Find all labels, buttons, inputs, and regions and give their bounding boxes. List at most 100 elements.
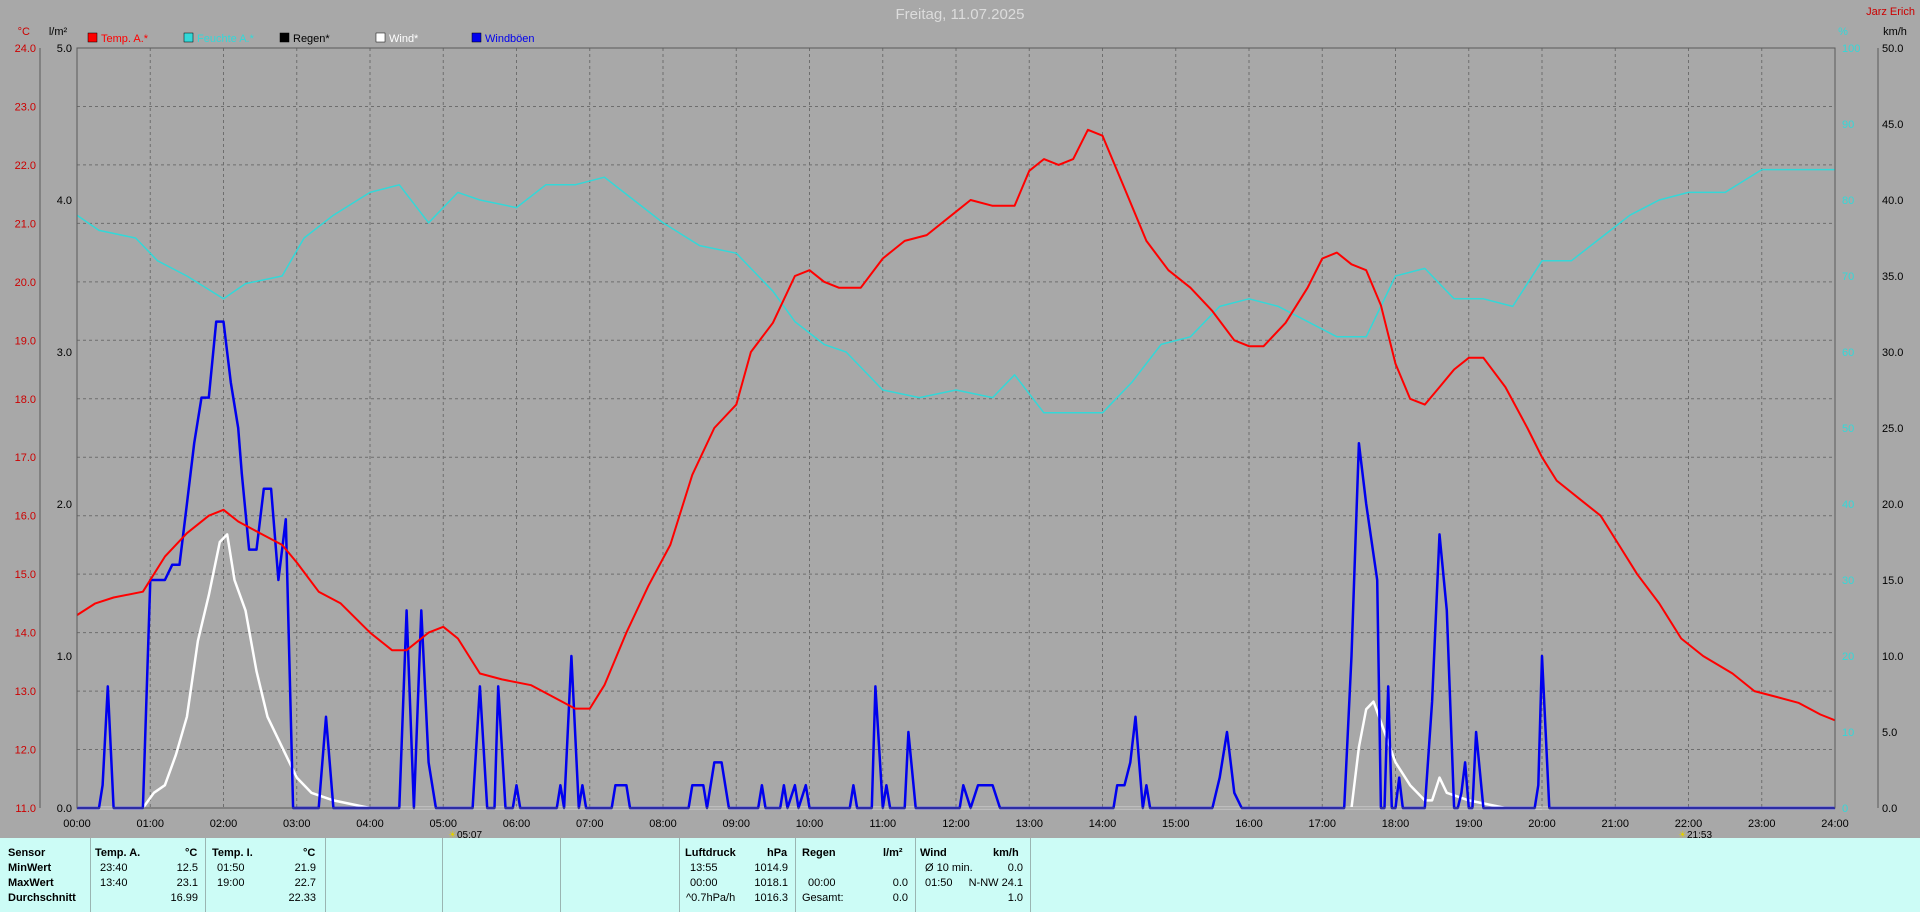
x-tick-label: 06:00 [503, 818, 531, 830]
wind-tick-label: 20.0 [1882, 499, 1903, 511]
x-tick-label: 04:00 [356, 818, 384, 830]
legend-label: Temp. A.* [101, 33, 149, 45]
legend-label: Feuchte A.* [197, 33, 255, 45]
rain-tick-label: 0.0 [57, 803, 72, 815]
x-tick-label: 23:00 [1748, 818, 1776, 830]
wind-tick-label: 50.0 [1882, 43, 1903, 55]
rain-tick-label: 1.0 [57, 651, 72, 663]
temp-a-unit: °C [185, 847, 198, 859]
wind-max-value: N-NW 24.1 [968, 877, 1023, 889]
luftdruck-unit: hPa [767, 847, 788, 859]
temp-a-min-value: 12.5 [176, 862, 198, 874]
humidity-tick-label: 10 [1842, 727, 1854, 739]
humidity-tick-label: 100 [1842, 43, 1860, 55]
label-minwert: MinWert [8, 862, 52, 874]
temp-i-min-time: 01:50 [217, 862, 245, 874]
label-sensor: Sensor [8, 847, 46, 859]
wind-header: Wind [920, 847, 947, 859]
rain-tick-label: 2.0 [57, 499, 72, 511]
temp-i-max-time: 19:00 [217, 877, 245, 889]
x-tick-label: 22:00 [1675, 818, 1703, 830]
x-tick-label: 02:00 [210, 818, 238, 830]
wind-avg-label: Ø 10 min. [925, 862, 973, 874]
axis-unit-wind: km/h [1883, 26, 1907, 38]
x-tick-label: 11:00 [869, 818, 896, 830]
temp-tick-label: 22.0 [15, 160, 36, 172]
x-tick-label: 24:00 [1821, 818, 1849, 830]
luftdruck-min-value: 1014.9 [754, 862, 788, 874]
wind-tick-label: 30.0 [1882, 347, 1903, 359]
legend-swatch [375, 32, 386, 43]
regen-total-label: Gesamt: [802, 892, 844, 904]
temp-i-header: Temp. I. [212, 847, 253, 859]
wind-tick-label: 45.0 [1882, 119, 1903, 131]
regen-unit: l/m² [883, 847, 903, 859]
humidity-tick-label: 90 [1842, 119, 1854, 131]
temp-tick-label: 16.0 [15, 511, 36, 523]
humidity-tick-label: 60 [1842, 347, 1854, 359]
x-tick-label: 07:00 [576, 818, 604, 830]
axis-unit-humidity: % [1838, 26, 1848, 38]
x-tick-label: 10:00 [796, 818, 824, 830]
temp-tick-label: 13.0 [15, 686, 36, 698]
rain-tick-label: 5.0 [57, 43, 72, 55]
temp-a-max-value: 23.1 [176, 877, 198, 889]
wind-tick-label: 15.0 [1882, 575, 1903, 587]
sunrise-time: 05:07 [457, 830, 482, 838]
rain-tick-label: 3.0 [57, 347, 72, 359]
humidity-tick-label: 50 [1842, 423, 1854, 435]
wind-tick-label: 25.0 [1882, 423, 1903, 435]
temp-a-header: Temp. A. [95, 847, 141, 859]
legend-label: Windböen [485, 33, 535, 45]
wind-tick-label: 0.0 [1882, 803, 1897, 815]
wind-avg-value: 0.0 [1007, 862, 1023, 874]
series-line-wind [77, 533, 1835, 810]
regen-header: Regen [802, 847, 836, 859]
x-tick-label: 01:00 [136, 818, 164, 830]
sunset-marker: ☀ 21:53 [1678, 830, 1712, 838]
legend-swatch [471, 32, 482, 43]
humidity-tick-label: 0 [1842, 803, 1848, 815]
temp-a-max-time: 13:40 [100, 877, 128, 889]
sunset-time: 21:53 [1687, 830, 1712, 838]
wind-tick-label: 40.0 [1882, 195, 1903, 207]
wind-tick-label: 10.0 [1882, 651, 1903, 663]
temp-tick-label: 11.0 [15, 803, 36, 815]
legend-label: Regen* [293, 33, 330, 45]
x-tick-label: 00:00 [63, 818, 91, 830]
temp-tick-label: 18.0 [15, 394, 36, 406]
regen-total: 0.0 [892, 892, 908, 904]
temp-tick-label: 23.0 [15, 101, 36, 113]
humidity-tick-label: 30 [1842, 575, 1854, 587]
x-tick-label: 12:00 [942, 818, 970, 830]
humidity-tick-label: 70 [1842, 271, 1854, 283]
temp-tick-label: 15.0 [15, 569, 36, 581]
rain-tick-label: 4.0 [57, 195, 72, 207]
sunrise-icon: ☀ [448, 830, 457, 838]
temp-tick-label: 24.0 [15, 43, 36, 55]
wind-tick-label: 35.0 [1882, 271, 1903, 283]
sunset-icon: ☀ [1678, 830, 1687, 838]
legend-swatch [279, 32, 290, 43]
wind-unit: km/h [993, 847, 1019, 859]
label-maxwert: MaxWert [8, 877, 54, 889]
x-tick-label: 19:00 [1455, 818, 1483, 830]
x-tick-label: 18:00 [1382, 818, 1410, 830]
x-tick-label: 05:00 [429, 818, 457, 830]
luftdruck-header: Luftdruck [685, 847, 736, 859]
legend-label: Wind* [389, 33, 419, 45]
luftdruck-max-time: 00:00 [690, 877, 718, 889]
temp-a-min-time: 23:40 [100, 862, 128, 874]
weather-chart: Freitag, 11.07.2025 Jarz Erich °C l/m² %… [15, 6, 1915, 838]
temp-i-max-value: 22.7 [294, 877, 316, 889]
humidity-tick-label: 40 [1842, 499, 1854, 511]
luftdruck-max-value: 1018.1 [754, 877, 788, 889]
luftdruck-average: 1016.3 [754, 892, 788, 904]
x-tick-label: 14:00 [1089, 818, 1117, 830]
wind-tick-label: 5.0 [1882, 727, 1897, 739]
x-tick-label: 15:00 [1162, 818, 1190, 830]
legend: Temp. A.* Feuchte A.* Regen* Wind* Windböen [87, 32, 535, 45]
x-tick-label: 20:00 [1528, 818, 1556, 830]
chart-grid [77, 48, 1835, 808]
temp-tick-label: 21.0 [15, 218, 36, 230]
